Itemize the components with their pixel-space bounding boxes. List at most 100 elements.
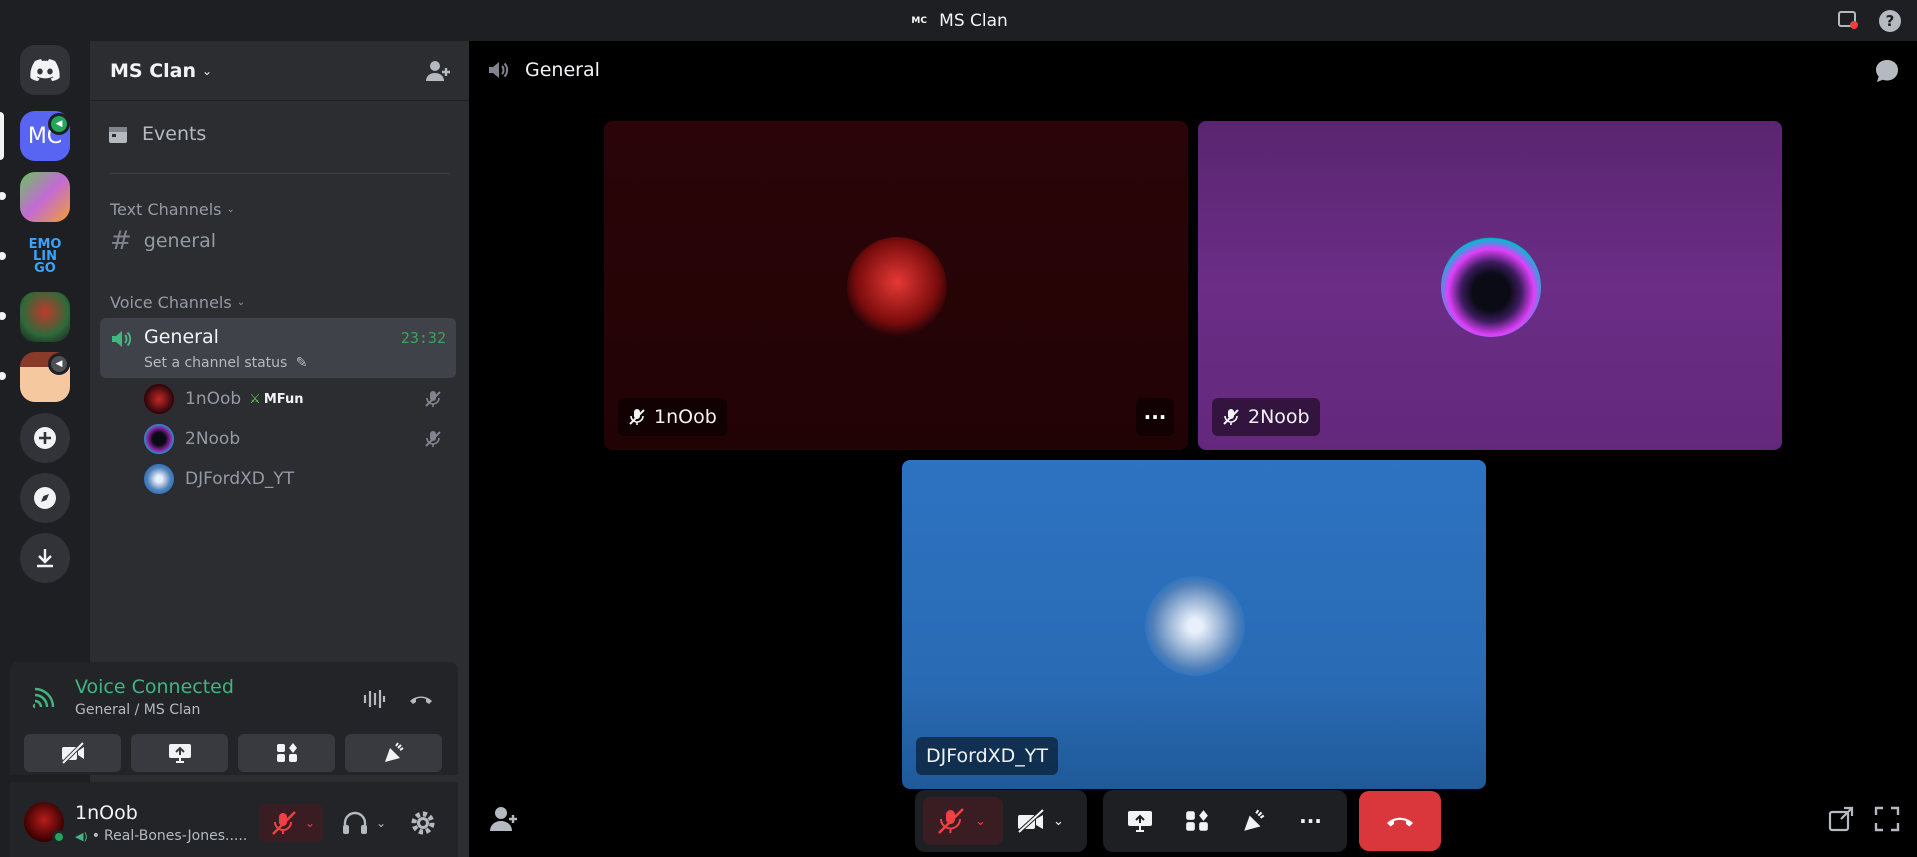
voice-channel-general[interactable]: General 23:32 Set a channel status ✎	[100, 318, 456, 378]
category-voice-channels[interactable]: Voice Channels ⌄	[110, 293, 245, 312]
soundboard-button[interactable]	[345, 734, 442, 772]
unread-dot	[0, 252, 6, 260]
camera-off-icon	[1017, 809, 1045, 833]
video-tile[interactable]: 1nOob ···	[604, 121, 1188, 450]
voice-timer: 23:32	[400, 329, 446, 347]
soundboard-button[interactable]	[1232, 799, 1276, 843]
more-options-button[interactable]: ···	[1136, 398, 1174, 436]
noise-suppression-icon[interactable]	[362, 688, 386, 710]
participant-avatar	[1145, 576, 1245, 676]
divider	[110, 173, 449, 174]
category-label: Text Channels	[110, 200, 222, 219]
download-icon[interactable]	[20, 533, 70, 583]
clan-tag-label: MFun	[263, 391, 304, 407]
user-name[interactable]: 1nOob	[75, 802, 138, 824]
activities-button[interactable]	[1175, 799, 1219, 843]
speaker-badge-icon: ◀	[48, 113, 70, 135]
more-options-button[interactable]: ···	[1289, 799, 1333, 843]
server-logo-mini: MC	[911, 15, 927, 26]
video-tile[interactable]: DJFordXD_YT	[902, 460, 1486, 789]
active-server-pill	[0, 112, 4, 160]
server-game-4[interactable]	[20, 292, 70, 342]
channel-status-button[interactable]: Set a channel status ✎	[144, 355, 308, 371]
disconnect-button[interactable]	[1359, 791, 1441, 851]
chevron-down-icon[interactable]: ⌄	[376, 816, 386, 830]
add-member-icon[interactable]	[425, 59, 451, 83]
chevron-down-icon[interactable]: ⌄	[1053, 814, 1064, 829]
share-screen-icon	[168, 744, 191, 763]
channel-header: General	[487, 59, 600, 81]
muted-mic-icon	[938, 808, 964, 834]
events-item[interactable]: Events	[108, 123, 206, 145]
share-screen-button[interactable]	[1118, 799, 1162, 843]
voice-stage: General 1nOob ··· 2Noob DJFordXD_YT ⌄ ⌄ …	[469, 41, 1917, 857]
muted-mic-icon	[1223, 409, 1239, 425]
discover-icon[interactable]	[20, 473, 70, 523]
video-tile[interactable]: 2Noob	[1198, 121, 1782, 450]
invite-people-icon[interactable]	[489, 805, 519, 833]
category-text-channels[interactable]: Text Channels ⌄	[110, 200, 235, 219]
channel-label: general	[143, 230, 217, 252]
activity-controls: ···	[1103, 790, 1347, 852]
avatar	[144, 424, 174, 454]
channel-status-label: Set a channel status	[144, 355, 288, 371]
speaker-badge-icon: ◀	[48, 353, 70, 375]
server-game-2[interactable]	[20, 172, 70, 222]
activity-separator: •	[91, 828, 101, 844]
mute-button[interactable]: ⌄	[923, 797, 1003, 845]
discord-home-icon[interactable]	[20, 45, 70, 95]
user-panel: 1nOob ◀) • Real-Bones-Jones..... ⌄ ⌄	[10, 782, 458, 857]
activities-icon	[276, 743, 297, 762]
events-label: Events	[142, 123, 207, 145]
clan-tag: ⚔ MFun	[249, 392, 303, 407]
activities-icon	[1185, 810, 1208, 831]
share-screen-button[interactable]	[131, 734, 228, 772]
activities-button[interactable]	[238, 734, 335, 772]
calendar-icon	[109, 127, 127, 143]
help-icon[interactable]: ?	[1879, 10, 1901, 32]
voice-member[interactable]: DJFordXD_YT	[144, 463, 450, 495]
chevron-down-icon[interactable]: ⌄	[305, 816, 315, 830]
add-server-icon[interactable]	[20, 413, 70, 463]
voice-member[interactable]: 1nOob ⚔ MFun	[144, 383, 450, 415]
disconnect-icon[interactable]	[408, 688, 434, 710]
server-header[interactable]: MS Clan ⌄	[90, 41, 469, 101]
online-status-icon	[52, 830, 66, 844]
chat-icon[interactable]	[1873, 57, 1901, 85]
soundboard-icon	[384, 742, 404, 762]
hang-up-icon	[1387, 817, 1413, 827]
title-bar: MC MS Clan ?	[0, 0, 1917, 41]
share-screen-icon	[1127, 811, 1152, 832]
muted-mic-icon	[425, 391, 441, 407]
unread-dot	[0, 372, 6, 380]
inbox-icon[interactable]	[1837, 10, 1859, 30]
pop-out-icon[interactable]	[1827, 805, 1855, 833]
participant-name: 2Noob	[1248, 406, 1310, 428]
server-emolingo[interactable]: EMO LIN GO	[20, 232, 70, 282]
user-activity: ◀) • Real-Bones-Jones.....	[75, 828, 247, 844]
participant-avatar	[847, 237, 947, 337]
gear-icon[interactable]	[408, 808, 438, 838]
camera-button[interactable]	[1009, 799, 1053, 843]
voice-location[interactable]: General / MS Clan	[75, 702, 200, 718]
speaker-small-icon: ◀)	[75, 829, 88, 843]
speaker-icon	[112, 331, 132, 347]
muted-mic-icon	[272, 811, 296, 835]
server-emolingo-text: EMO LIN GO	[28, 237, 62, 276]
category-label: Voice Channels	[110, 293, 232, 312]
signal-icon[interactable]	[32, 686, 56, 710]
fullscreen-icon[interactable]	[1873, 805, 1901, 833]
camera-off-button[interactable]	[24, 734, 121, 772]
voice-channel-name: General	[144, 326, 219, 348]
mute-toggle[interactable]: ⌄	[259, 804, 323, 842]
chevron-down-icon: ⌄	[236, 297, 246, 308]
unread-dot	[0, 312, 6, 320]
sword-icon: ⚔	[249, 391, 261, 407]
voice-member[interactable]: 2Noob	[144, 423, 450, 455]
channel-general[interactable]: # general	[110, 226, 216, 256]
chevron-down-icon[interactable]: ⌄	[975, 814, 986, 829]
deafen-toggle[interactable]: ⌄	[340, 804, 400, 842]
voice-connected-status[interactable]: Voice Connected	[75, 676, 234, 698]
soundboard-icon	[1243, 809, 1264, 831]
speaker-icon	[489, 62, 509, 78]
